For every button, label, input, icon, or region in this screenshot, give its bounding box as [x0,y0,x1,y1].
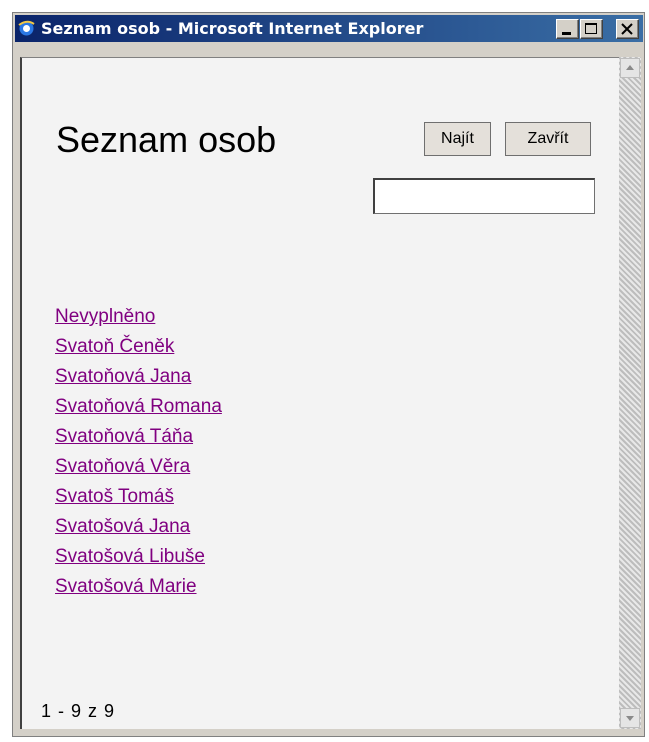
person-link[interactable]: Svatoňová Romana [55,396,222,417]
person-link[interactable]: Svatoš Tomáš [55,486,174,507]
list-item: Svatoňová Věra [55,452,222,482]
maximize-button[interactable] [580,19,603,39]
person-link[interactable]: Svatošová Marie [55,576,197,597]
person-link[interactable]: Svatoňová Táňa [55,426,193,447]
browser-window: Seznam osob - Microsoft Internet Explore… [12,12,645,737]
arrow-down-icon [626,716,634,721]
pagination-status: 1 - 9 z 9 [41,701,116,721]
list-item: Svatoňová Jana [55,362,222,392]
page-content: Seznam osob Najít Zavřít Nevyplněno Svat… [20,57,619,729]
people-list: Nevyplněno Svatoň Čeněk Svatoňová Jana S… [55,302,222,602]
close-icon [621,23,633,35]
vertical-scrollbar[interactable] [619,57,641,729]
list-item: Svatoš Tomáš [55,482,222,512]
minimize-button[interactable] [556,19,579,39]
list-item: Svatoňová Táňa [55,422,222,452]
person-link[interactable]: Svatoň Čeněk [55,336,174,357]
list-item: Svatoň Čeněk [55,332,222,362]
maximize-icon [585,23,597,34]
arrow-up-icon [626,65,634,70]
list-item: Svatošová Jana [55,512,222,542]
person-link[interactable]: Svatoňová Jana [55,366,191,387]
title-bar[interactable]: Seznam osob - Microsoft Internet Explore… [15,15,643,42]
person-link[interactable]: Svatoňová Věra [55,456,190,477]
list-item: Svatoňová Romana [55,392,222,422]
internet-explorer-icon [18,20,35,36]
person-link[interactable]: Nevyplněno [55,306,155,327]
person-link[interactable]: Svatošová Jana [55,516,190,537]
close-button[interactable] [616,19,639,39]
search-input[interactable] [373,178,595,214]
find-button[interactable]: Najít [424,122,491,156]
scroll-up-button[interactable] [620,58,640,78]
minimize-icon [562,32,571,35]
scroll-down-button[interactable] [620,708,640,728]
list-item: Nevyplněno [55,302,222,332]
page-title: Seznam osob [56,119,277,160]
person-link[interactable]: Svatošová Libuše [55,546,205,567]
close-page-button[interactable]: Zavřít [505,122,591,156]
window-title: Seznam osob - Microsoft Internet Explore… [41,19,424,38]
list-item: Svatošová Marie [55,572,222,602]
list-item: Svatošová Libuše [55,542,222,572]
